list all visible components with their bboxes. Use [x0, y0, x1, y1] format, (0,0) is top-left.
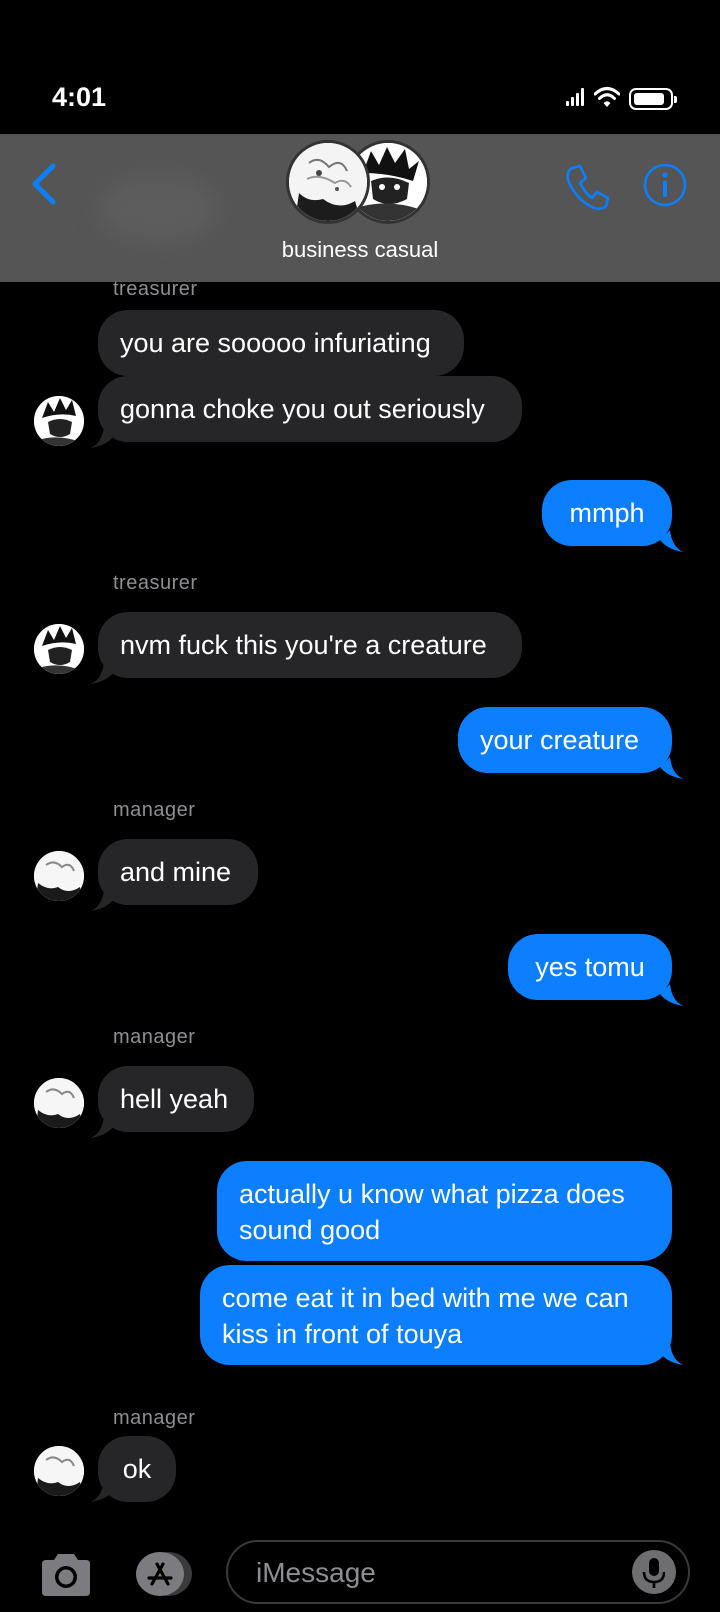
bubble-tail [660, 530, 684, 552]
manager-mini-avatar [34, 1078, 84, 1128]
outgoing-message[interactable]: yes tomu [508, 934, 672, 1000]
sender-label: treasurer [113, 572, 198, 594]
imessage-placeholder: iMessage [256, 1557, 376, 1588]
treasurer-mini-avatar [34, 396, 84, 446]
cellular-signal-icon [566, 88, 586, 106]
bubble-tail [90, 1480, 114, 1502]
phone-icon[interactable] [562, 162, 612, 212]
compose-bar: iMessage [0, 1530, 720, 1612]
bubble-tail [90, 1116, 114, 1138]
bubble-tail [660, 984, 684, 1006]
manager-mini-avatar [34, 1446, 84, 1496]
manager-avatar [286, 140, 370, 224]
camera-icon[interactable] [38, 1550, 94, 1598]
blurred-unread-badge [98, 174, 218, 244]
incoming-message[interactable]: hell yeah [98, 1066, 254, 1132]
bubble-tail [90, 426, 114, 448]
app-store-icon[interactable] [130, 1550, 196, 1598]
incoming-message[interactable]: nvm fuck this you're a creature [98, 612, 522, 678]
wifi-icon [594, 87, 620, 107]
microphone-icon[interactable] [632, 1550, 676, 1594]
sender-label: manager [113, 1026, 196, 1048]
status-bar: 4:01 [0, 0, 720, 134]
outgoing-message[interactable]: mmph [542, 480, 672, 546]
manager-mini-avatar [34, 851, 84, 901]
outgoing-message[interactable]: actually u know what pizza does sound go… [217, 1161, 672, 1261]
info-icon[interactable] [642, 162, 688, 208]
sender-label: treasurer [113, 278, 198, 300]
conversation-header: business casual [0, 134, 720, 282]
sender-label: manager [113, 799, 196, 821]
group-name[interactable]: business casual [0, 237, 720, 263]
bubble-tail [90, 662, 114, 684]
back-chevron-icon[interactable] [26, 160, 66, 208]
group-avatars[interactable] [286, 140, 432, 224]
battery-icon [629, 88, 677, 110]
bubble-tail [660, 757, 684, 779]
imessage-input[interactable]: iMessage [226, 1540, 690, 1604]
bubble-tail [90, 889, 114, 911]
sender-label: manager [113, 1407, 196, 1429]
incoming-message[interactable]: and mine [98, 839, 258, 905]
outgoing-message[interactable]: come eat it in bed with me we can kiss i… [200, 1265, 672, 1365]
treasurer-mini-avatar [34, 624, 84, 674]
bubble-tail [660, 1343, 684, 1365]
incoming-message[interactable]: gonna choke you out seriously [98, 376, 522, 442]
outgoing-message[interactable]: your creature [458, 707, 672, 773]
status-time: 4:01 [52, 82, 107, 112]
incoming-message[interactable]: you are sooooo infuriating [98, 310, 464, 376]
